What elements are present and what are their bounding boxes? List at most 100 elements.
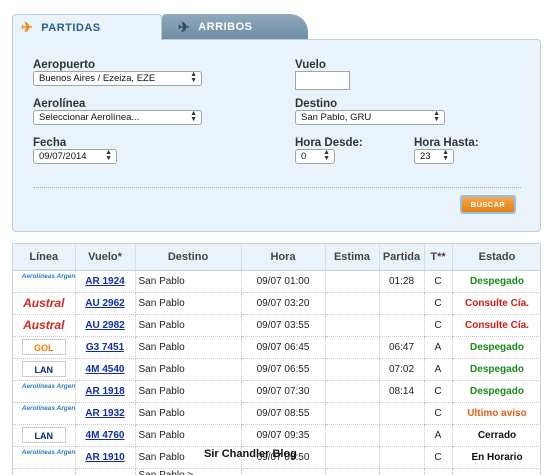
status-badge: Despegado xyxy=(452,270,540,293)
select-arrows-icon: ▲ ▼ xyxy=(190,71,197,84)
cell-partida: 01:28 xyxy=(379,270,425,293)
destino-select[interactable]: San Pablo, GRU ▲ ▼ xyxy=(295,110,445,125)
lan-logo: LAN xyxy=(21,427,66,443)
cell-terminal: A xyxy=(424,358,453,381)
tab-partidas[interactable]: ✈ PARTIDAS xyxy=(12,14,162,40)
cell-vuelo: G3 7451 xyxy=(75,336,136,359)
fecha-label: Fecha xyxy=(33,137,67,149)
cell-hora: 09/07 03:20 xyxy=(241,292,326,315)
table-row: Austral AU 2982 San Pablo 09/07 03:55 C Consu… xyxy=(13,314,540,337)
status-badge: Consulte Cía. xyxy=(452,314,540,337)
aerolinea-label: Aerolínea xyxy=(33,98,86,110)
flight-link[interactable]: AR 1910 xyxy=(85,452,124,463)
cell-destino: San Pablo xyxy=(135,402,242,425)
flights-table: Línea Vuelo* Destino Hora Estima Partida… xyxy=(12,243,541,475)
select-arrows-icon: ▲ ▼ xyxy=(190,110,197,123)
hora-hasta-select[interactable]: 23 ▲ ▼ xyxy=(414,149,454,164)
table-row: Aerolíneas Argentinas AR 1924 San Pablo09/… xyxy=(13,270,540,293)
col-partida[interactable]: Partida xyxy=(379,244,425,271)
tab-arribos[interactable]: ✈ ARRIBOS xyxy=(162,14,308,40)
cell-partida xyxy=(379,424,425,447)
col-estima[interactable]: Estima xyxy=(325,244,380,271)
cell-hora: 09/07 07:30 xyxy=(241,380,326,403)
status-badge: Despegado xyxy=(452,358,540,381)
cell-terminal: C xyxy=(424,314,453,337)
cell-linea: Aerolíneas Argentinas xyxy=(13,446,76,469)
cell-estima xyxy=(325,358,380,381)
select-arrows-icon: ▲ ▼ xyxy=(442,149,449,162)
cell-estima xyxy=(325,380,380,403)
vuelo-input[interactable] xyxy=(295,71,350,90)
cell-terminal: C xyxy=(424,270,453,293)
cell-linea: Aerolíneas Argentinas xyxy=(13,380,76,403)
buscar-button[interactable]: BUSCAR xyxy=(460,195,516,214)
table-row: Aerolíneas Argentinas AR 1918 San Pablo09/… xyxy=(13,380,540,403)
cell-estima xyxy=(325,292,380,315)
cell-destino: San Pablo xyxy=(135,270,242,293)
flight-link[interactable]: AR 1924 xyxy=(85,276,124,287)
gol-logo: GOL xyxy=(21,339,66,355)
aerolineas-argentinas-logo: Aerolíneas Argentinas xyxy=(21,405,75,412)
col-vuelo[interactable]: Vuelo* xyxy=(75,244,136,271)
cell-hora: 09/07 01:00 xyxy=(241,270,326,293)
col-hora[interactable]: Hora xyxy=(241,244,326,271)
col-destino[interactable]: Destino xyxy=(135,244,242,271)
cell-partida xyxy=(379,446,425,469)
cell-hora: 09/07 06:55 xyxy=(241,358,326,381)
table-row: LAN 4M 4760 San Pablo 09/07 09:35 A Cerrado xyxy=(13,424,540,447)
cell-partida: 07:02 xyxy=(379,358,425,381)
flight-link[interactable]: AU 2982 xyxy=(85,320,124,331)
flight-link[interactable]: G3 7451 xyxy=(86,342,124,353)
cell-linea: Austral xyxy=(13,292,76,315)
cell-destino: San Pablo xyxy=(135,314,242,337)
cell-estima xyxy=(325,468,380,475)
flight-link[interactable]: AR 1918 xyxy=(85,386,124,397)
cell-linea: Austral xyxy=(13,314,76,337)
status-badge: Despegado xyxy=(452,380,540,403)
aeropuerto-select[interactable]: Buenos Aires / Ezeiza, EZE ▲ ▼ xyxy=(33,71,202,86)
fecha-select[interactable]: 09/07/2014 ▲ ▼ xyxy=(33,149,117,164)
cell-vuelo xyxy=(75,468,136,475)
aerolinea-select[interactable]: Seleccionar Aerolínea... ▲ ▼ xyxy=(33,110,202,125)
blog-watermark: Sir Chandler Blog xyxy=(204,448,297,460)
cell-terminal: A xyxy=(424,424,453,447)
cell-terminal: C xyxy=(424,292,453,315)
flight-link[interactable]: 4M 4540 xyxy=(86,364,125,375)
flight-link[interactable]: AR 1932 xyxy=(85,408,124,419)
cell-linea: LAN xyxy=(13,358,76,381)
select-arrows-icon: ▲ ▼ xyxy=(105,149,112,162)
tab-arribos-label: ARRIBOS xyxy=(198,21,253,33)
cell-estima xyxy=(325,314,380,337)
status-badge: Ultimo aviso xyxy=(452,402,540,425)
cell-hora: 09/07 06:45 xyxy=(241,336,326,359)
table-row: San Pablo > xyxy=(13,468,540,475)
status-badge: En Horario xyxy=(452,446,540,469)
cell-vuelo: AU 2982 xyxy=(75,314,136,337)
table-row: GOL G3 7451 San Pablo 09/07 06:45 06:47 A Desp… xyxy=(13,336,540,359)
plane-departure-icon: ✈ xyxy=(21,19,34,35)
hora-desde-value: 0 xyxy=(301,151,307,162)
col-estado[interactable]: Estado xyxy=(452,244,540,271)
lan-logo: LAN xyxy=(21,361,66,377)
flight-link[interactable]: AU 2962 xyxy=(85,298,124,309)
form-divider xyxy=(33,187,521,188)
cell-hora xyxy=(241,468,326,475)
cell-linea: Aerolíneas Argentinas xyxy=(13,270,76,293)
aeropuerto-label: Aeropuerto xyxy=(33,59,95,71)
col-linea[interactable]: Línea xyxy=(13,244,76,271)
cell-linea: Aerolíneas Argentinas xyxy=(13,402,76,425)
aerolinea-value: Seleccionar Aerolínea... xyxy=(39,112,140,123)
table-row: Austral AU 2962 San Pablo 09/07 03:20 C Consu… xyxy=(13,292,540,315)
col-terminal[interactable]: T** xyxy=(424,244,453,271)
cell-partida xyxy=(379,402,425,425)
cell-hora: 09/07 09:35 xyxy=(241,424,326,447)
cell-vuelo: AU 2962 xyxy=(75,292,136,315)
cell-partida xyxy=(379,468,425,475)
status-badge: Despegado xyxy=(452,336,540,359)
cell-partida: 08:14 xyxy=(379,380,425,403)
tab-partidas-label: PARTIDAS xyxy=(41,21,101,34)
hora-desde-select[interactable]: 0 ▲ ▼ xyxy=(295,149,335,164)
flight-link[interactable]: 4M 4760 xyxy=(86,430,125,441)
cell-estima xyxy=(325,446,380,469)
status-badge: Cerrado xyxy=(452,424,540,447)
